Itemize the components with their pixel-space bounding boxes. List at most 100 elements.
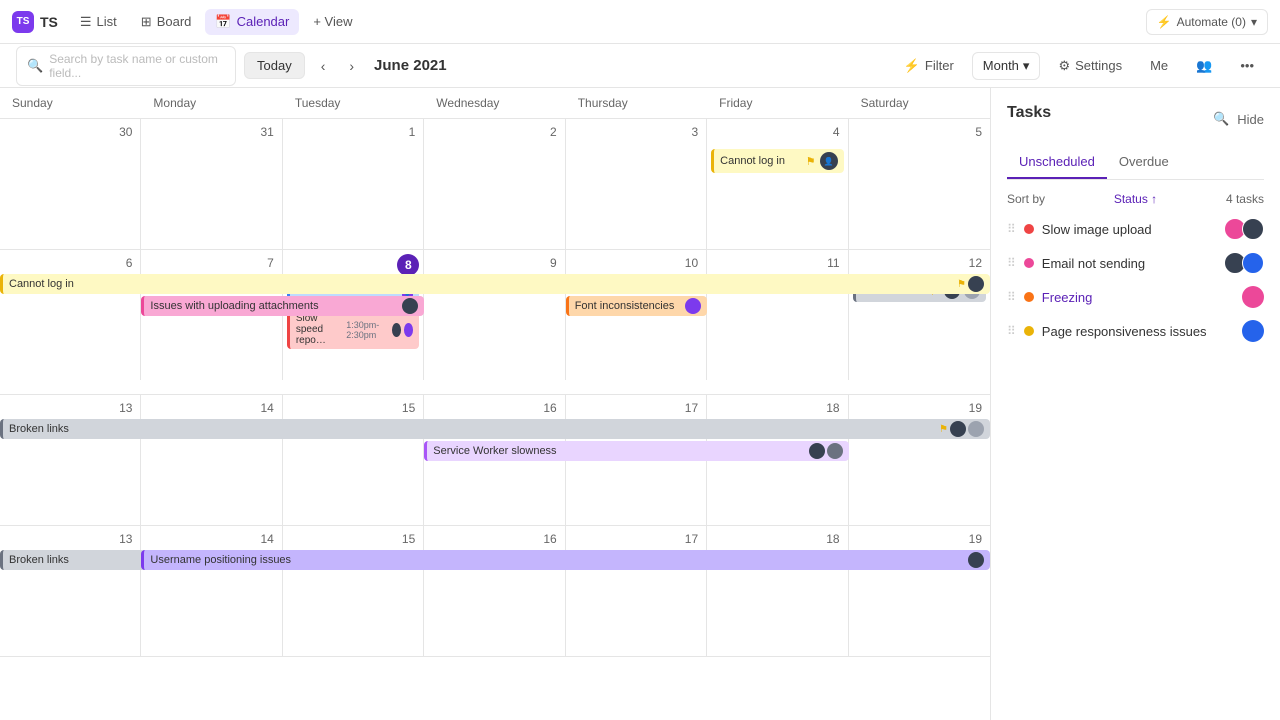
tab-unscheduled[interactable]: Unscheduled bbox=[1007, 146, 1107, 179]
automate-chevron-icon: ▾ bbox=[1251, 15, 1257, 29]
event-avatar-bl-1 bbox=[944, 283, 960, 299]
me-label: Me bbox=[1150, 58, 1168, 73]
date-21: 14 bbox=[145, 530, 277, 548]
sidebar-search-icon[interactable]: 🔍 bbox=[1213, 111, 1229, 127]
date-12: 12 bbox=[853, 254, 986, 272]
month-selector[interactable]: Month ▾ bbox=[972, 52, 1041, 80]
sort-label: Sort by bbox=[1007, 192, 1045, 206]
cell-jun-5: 5 bbox=[849, 119, 990, 249]
cell-jun-25: 18 bbox=[707, 526, 848, 656]
cell-jun-17: 17 bbox=[566, 395, 707, 525]
calendar-icon: 📅 bbox=[215, 14, 231, 30]
nav-board[interactable]: ⊞ Board bbox=[131, 9, 202, 35]
cell-jun-21: 14 bbox=[141, 526, 282, 656]
event-flag-icon: ⚑ bbox=[806, 155, 816, 168]
tasks-sidebar: Tasks 🔍 Hide Unscheduled Overdue Sort by… bbox=[990, 88, 1280, 720]
cell-jun-12: 12 Broken links ⚑ bbox=[849, 250, 990, 380]
cell-jun-14: 14 bbox=[141, 395, 282, 525]
cell-jun-16: 16 bbox=[424, 395, 565, 525]
cell-jun-1: 1 bbox=[283, 119, 424, 249]
date-1: 1 bbox=[287, 123, 419, 141]
drag-handle-1[interactable]: ⠿ bbox=[1007, 222, 1016, 236]
filter-icon: ⚡ bbox=[904, 58, 920, 74]
task-dot-2 bbox=[1024, 258, 1034, 268]
date-7: 7 bbox=[145, 254, 277, 272]
drag-handle-2[interactable]: ⠿ bbox=[1007, 256, 1016, 270]
sidebar-hide-button[interactable]: Hide bbox=[1237, 112, 1264, 127]
task-avatar-1b bbox=[1242, 218, 1264, 240]
event-broken-links-w2-sat[interactable]: Broken links ⚑ bbox=[853, 280, 986, 302]
automate-button[interactable]: ⚡ Automate (0) ▾ bbox=[1146, 9, 1268, 35]
next-month-button[interactable]: › bbox=[341, 54, 362, 78]
nav-calendar-label: Calendar bbox=[237, 14, 290, 29]
cell-jun-18: 18 bbox=[707, 395, 848, 525]
task-count: 4 tasks bbox=[1226, 192, 1264, 206]
task-name-3[interactable]: Freezing bbox=[1042, 290, 1234, 305]
search-box[interactable]: 🔍 Search by task name or custom field... bbox=[16, 46, 236, 86]
cell-jun-20: 13 bbox=[0, 526, 141, 656]
filter-label: Filter bbox=[925, 58, 954, 73]
nav-list-label: List bbox=[97, 14, 117, 29]
nav-calendar[interactable]: 📅 Calendar bbox=[205, 9, 299, 35]
gear-icon: ⚙ bbox=[1058, 58, 1070, 74]
date-15: 15 bbox=[287, 399, 419, 417]
cell-jun-11: 11 bbox=[707, 250, 848, 380]
event-slow-speed[interactable]: Slow speed repo… 1:30pm-2:30pm bbox=[287, 310, 419, 349]
filter-button[interactable]: ⚡ Filter bbox=[894, 53, 964, 79]
date-30: 30 bbox=[4, 123, 136, 141]
date-10: 10 bbox=[570, 254, 702, 272]
task-item-4: ⠿ Page responsiveness issues bbox=[1007, 320, 1264, 342]
task-avatars-2 bbox=[1228, 252, 1264, 274]
share-button[interactable]: 👥 bbox=[1186, 53, 1222, 79]
sort-field[interactable]: Status ↑ bbox=[1114, 192, 1157, 206]
date-4: 4 bbox=[711, 123, 843, 141]
cell-jun-24: 17 bbox=[566, 526, 707, 656]
prev-month-button[interactable]: ‹ bbox=[313, 54, 334, 78]
date-22: 15 bbox=[287, 530, 419, 548]
date-25: 18 bbox=[711, 530, 843, 548]
task-dot-3 bbox=[1024, 292, 1034, 302]
drag-handle-4[interactable]: ⠿ bbox=[1007, 324, 1016, 338]
cell-jun-3: 3 bbox=[566, 119, 707, 249]
today-button[interactable]: Today bbox=[244, 52, 305, 79]
date-19: 19 bbox=[853, 399, 986, 417]
date-20: 13 bbox=[4, 530, 136, 548]
app-logo-text: TS bbox=[40, 14, 58, 30]
event-avatar-slow-2 bbox=[404, 323, 413, 337]
task-list: ⠿ Slow image upload ⠿ Email not sending bbox=[1007, 218, 1264, 342]
event-possible-memory[interactable]: Possible memor… ⬜ 8:00am-10:00am 👤 bbox=[287, 280, 419, 308]
day-wednesday: Wednesday bbox=[424, 88, 565, 118]
week-row-2: 6 7 8 Possible memor… ⬜ 8:00am-10:00am bbox=[0, 250, 990, 395]
people-icon: 👥 bbox=[1196, 58, 1212, 74]
date-18: 18 bbox=[711, 399, 843, 417]
drag-handle-3[interactable]: ⠿ bbox=[1007, 290, 1016, 304]
cell-jun-8: 8 Possible memor… ⬜ 8:00am-10:00am 👤 bbox=[283, 250, 424, 380]
task-name-2: Email not sending bbox=[1042, 256, 1220, 271]
task-avatars-1 bbox=[1228, 218, 1264, 240]
day-saturday: Saturday bbox=[849, 88, 990, 118]
day-sunday: Sunday bbox=[0, 88, 141, 118]
date-6: 6 bbox=[4, 254, 136, 272]
week-row-3: 13 14 15 16 17 18 bbox=[0, 395, 990, 526]
task-item-1: ⠿ Slow image upload bbox=[1007, 218, 1264, 240]
nav-list[interactable]: ☰ List bbox=[70, 9, 127, 35]
event-cannot-log-in-w1[interactable]: Cannot log in ⚑ 👤 bbox=[711, 149, 843, 173]
task-item-3: ⠿ Freezing bbox=[1007, 286, 1264, 308]
task-dot-4 bbox=[1024, 326, 1034, 336]
cell-jun-2: 2 bbox=[424, 119, 565, 249]
event-label: Broken links bbox=[862, 285, 922, 297]
me-button[interactable]: Me bbox=[1140, 53, 1178, 78]
week-cells-3: 13 14 15 16 17 18 bbox=[0, 395, 990, 525]
week-row-4: 13 14 15 16 17 18 bbox=[0, 526, 990, 657]
task-name-4: Page responsiveness issues bbox=[1042, 324, 1234, 339]
date-26: 19 bbox=[853, 530, 986, 548]
nav-add-view[interactable]: + View bbox=[303, 9, 362, 34]
more-button[interactable]: ••• bbox=[1230, 53, 1264, 78]
date-9: 9 bbox=[428, 254, 560, 272]
day-thursday: Thursday bbox=[566, 88, 707, 118]
date-3: 3 bbox=[570, 123, 702, 141]
task-item-2: ⠿ Email not sending bbox=[1007, 252, 1264, 274]
tab-overdue[interactable]: Overdue bbox=[1107, 146, 1181, 179]
settings-button[interactable]: ⚙ Settings bbox=[1048, 53, 1132, 79]
date-17: 17 bbox=[570, 399, 702, 417]
